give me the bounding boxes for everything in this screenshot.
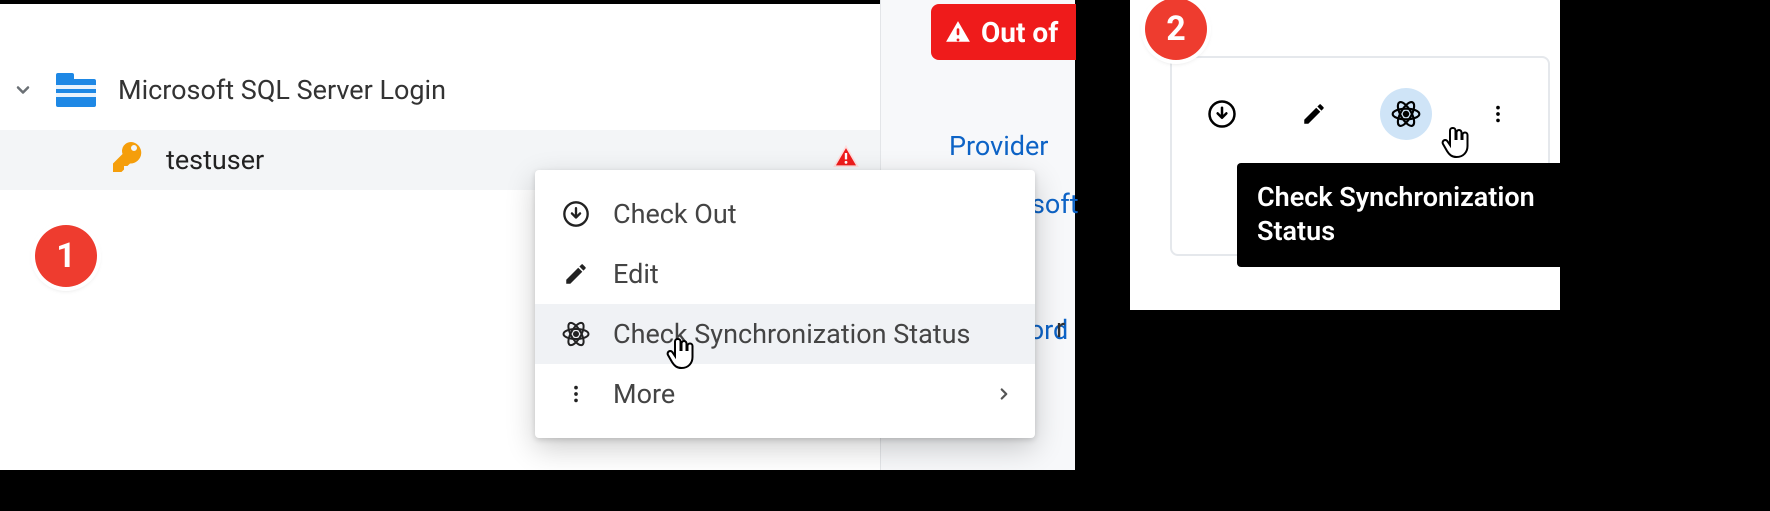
toolbar-more-button[interactable]	[1472, 88, 1524, 140]
check-sync-tooltip: Check Synchronization Status	[1237, 163, 1602, 267]
folder-row[interactable]: Microsoft SQL Server Login	[12, 62, 446, 117]
callout-2-number: 2	[1166, 9, 1186, 49]
toolbar-edit-button[interactable]	[1288, 88, 1340, 140]
more-vertical-icon	[561, 381, 591, 407]
menu-more-label: More	[613, 378, 675, 410]
menu-check-out-label: Check Out	[613, 198, 737, 230]
menu-check-out[interactable]: Check Out	[535, 184, 1035, 244]
atom-icon	[561, 319, 591, 349]
panel-1-screenshot: Out of Provider ame Password soft r Micr…	[0, 0, 1075, 470]
key-icon	[110, 139, 146, 182]
out-of-sync-badge: Out of	[931, 4, 1076, 60]
out-of-sync-text: Out of	[981, 16, 1058, 49]
provider-link[interactable]: Provider	[949, 130, 1068, 162]
panel-2-card: Check Synchronization Status	[1170, 56, 1550, 256]
callout-1-number: 1	[56, 236, 76, 276]
chevron-right-icon	[995, 378, 1013, 410]
name-value-fragment: r	[1056, 312, 1065, 344]
download-circle-icon	[561, 200, 591, 228]
tooltip-text: Check Synchronization Status	[1257, 181, 1535, 247]
callout-badge-1: 1	[35, 225, 97, 287]
folder-icon	[56, 73, 96, 107]
pencil-icon	[561, 261, 591, 287]
alert-triangle-icon	[945, 19, 971, 45]
chevron-down-icon[interactable]	[12, 79, 34, 101]
context-menu: Check Out Edit Check Synchronization Sta…	[535, 170, 1035, 438]
folder-label: Microsoft SQL Server Login	[118, 74, 446, 106]
callout-badge-2: 2	[1145, 0, 1207, 60]
menu-edit[interactable]: Edit	[535, 244, 1035, 304]
menu-check-sync[interactable]: Check Synchronization Status	[535, 304, 1035, 364]
menu-edit-label: Edit	[613, 258, 659, 290]
entry-name: testuser	[166, 144, 264, 176]
toolbar-check-out-button[interactable]	[1196, 88, 1248, 140]
menu-more[interactable]: More	[535, 364, 1035, 424]
entry-toolbar	[1172, 88, 1548, 140]
menu-check-sync-label: Check Synchronization Status	[613, 318, 970, 350]
toolbar-check-sync-button[interactable]	[1380, 88, 1432, 140]
provider-value-fragment: soft	[1031, 188, 1079, 220]
